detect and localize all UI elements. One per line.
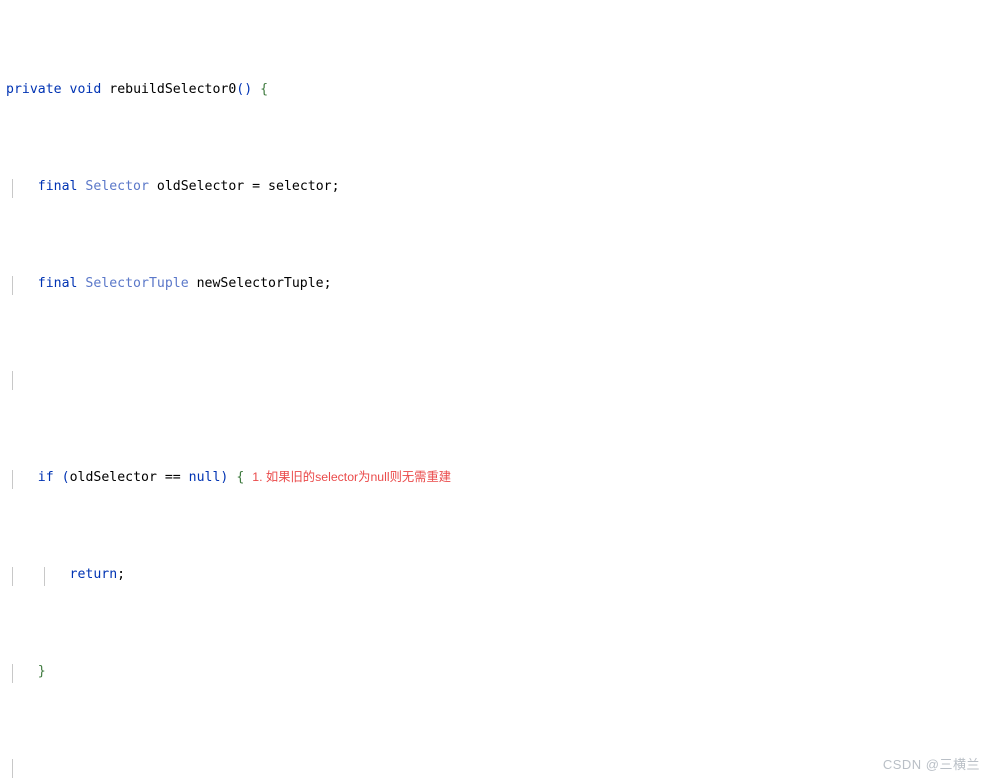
- code-line-blank[interactable]: [0, 758, 990, 779]
- code-editor[interactable]: private void rebuildSelector0() { final …: [0, 0, 990, 781]
- code-line[interactable]: final Selector oldSelector = selector;: [0, 177, 990, 199]
- code-line[interactable]: return;: [0, 565, 990, 587]
- code-content[interactable]: private void rebuildSelector0() { final …: [0, 0, 990, 781]
- code-line[interactable]: final SelectorTuple newSelectorTuple;: [0, 274, 990, 296]
- code-line[interactable]: if (oldSelector == null) { 1. 如果旧的select…: [0, 468, 990, 490]
- code-line[interactable]: private void rebuildSelector0() {: [0, 80, 990, 99]
- csdn-watermark: CSDN @三横兰: [882, 757, 980, 772]
- code-line-blank[interactable]: [0, 370, 990, 391]
- code-line[interactable]: }: [0, 662, 990, 684]
- annotation-1: 1. 如果旧的selector为null则无需重建: [252, 469, 452, 484]
